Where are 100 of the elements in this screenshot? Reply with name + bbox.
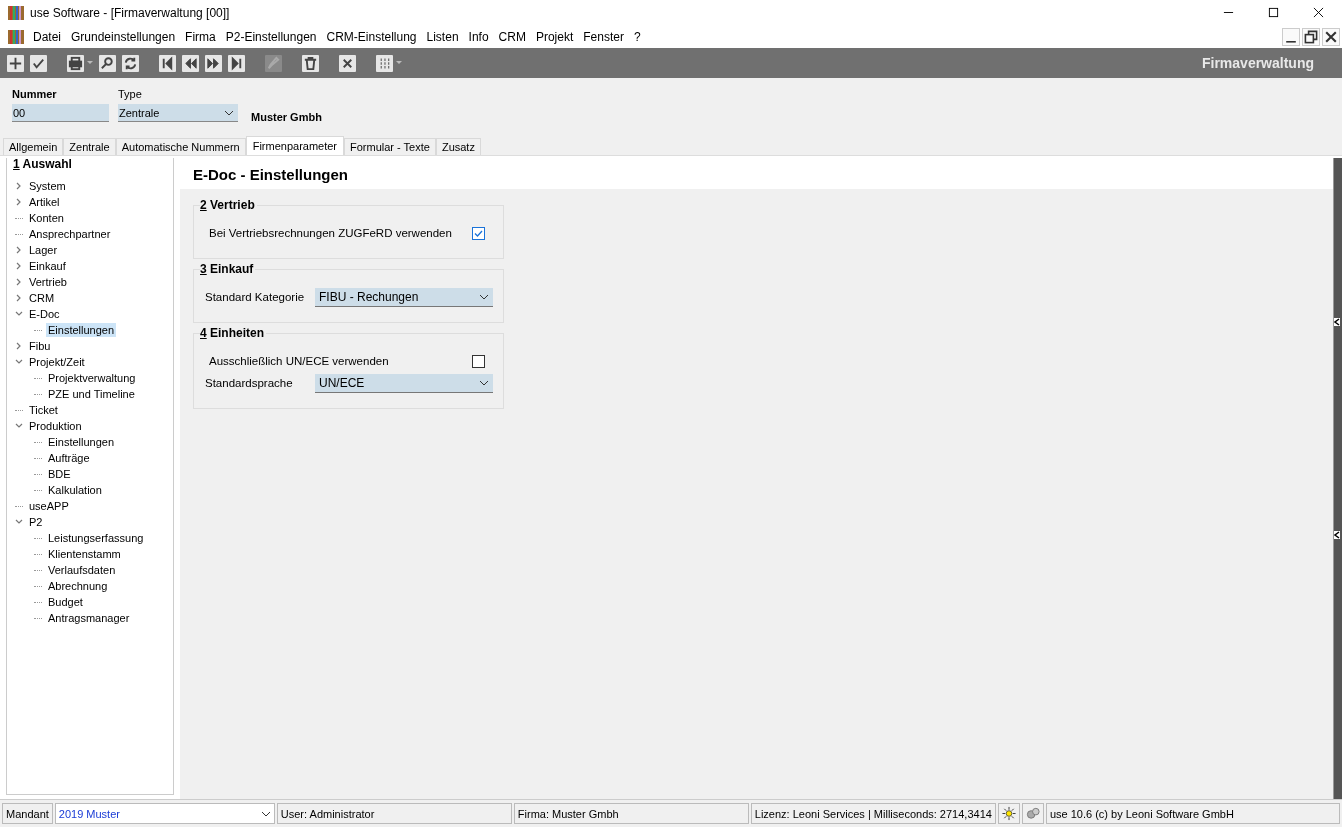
tree-item[interactable]: Vertrieb	[27, 275, 69, 289]
menu-item[interactable]: CRM	[495, 29, 533, 44]
chevron-down-icon[interactable]	[224, 109, 234, 116]
tree-item[interactable]: Kalkulation	[46, 483, 104, 497]
tree-item[interactable]: Lager	[27, 243, 60, 257]
menu-item[interactable]: Listen	[423, 29, 466, 44]
search-icon[interactable]	[99, 54, 116, 72]
field-label: Standardsprache	[205, 377, 293, 389]
type-dropdown[interactable]: Zentrale	[118, 104, 238, 122]
menu-item[interactable]: Projekt	[532, 29, 581, 44]
group-title: 1 Auswahl	[11, 157, 74, 171]
group-title: 3 Einkauf	[200, 262, 256, 276]
dropdown[interactable]: UN/ECE	[315, 373, 493, 393]
plus-icon[interactable]	[7, 54, 24, 72]
menu-item[interactable]: Datei	[30, 29, 68, 44]
tab[interactable]: Zentrale	[63, 138, 116, 155]
tree-item[interactable]: Leistungserfassung	[46, 531, 146, 545]
tree-item[interactable]: Ticket	[27, 403, 60, 417]
tree-item[interactable]: useAPP	[27, 499, 71, 513]
tree-item[interactable]: PZE und Timeline	[46, 387, 137, 401]
chevron-right-icon[interactable]	[15, 278, 23, 286]
menu-item[interactable]: Grundeinstellungen	[68, 29, 183, 44]
chevron-right-icon[interactable]	[15, 198, 23, 206]
tree-item[interactable]: P2	[27, 515, 45, 529]
menu-item[interactable]: ?	[630, 29, 648, 44]
tab[interactable]: Automatische Nummern	[115, 138, 246, 155]
tree-item[interactable]: CRM	[27, 291, 57, 305]
dropdown-caret-icon[interactable]	[396, 61, 402, 65]
tab[interactable]: Formular - Texte	[344, 138, 436, 155]
tree-item[interactable]: System	[27, 179, 68, 193]
tree-item[interactable]: Einkauf	[27, 259, 68, 273]
tree-item[interactable]: Produktion	[27, 419, 84, 433]
restore-icon[interactable]	[1302, 27, 1320, 46]
menu-item[interactable]: Fenster	[580, 29, 631, 44]
tree-item[interactable]: Budget	[46, 595, 85, 609]
last-icon[interactable]	[228, 54, 245, 72]
checkbox[interactable]	[472, 226, 485, 240]
check-icon[interactable]	[30, 54, 47, 72]
dropdown-caret-icon[interactable]	[87, 61, 93, 65]
number-field[interactable]: 00	[12, 104, 109, 122]
cancel-icon[interactable]	[339, 54, 356, 72]
maximize-icon[interactable]	[1268, 7, 1279, 18]
print-icon[interactable]	[67, 54, 84, 72]
tree-item[interactable]: Konten	[27, 211, 66, 225]
tree-item[interactable]: Einstellungen	[46, 323, 117, 337]
chevron-down-icon[interactable]	[479, 379, 489, 386]
tree-item[interactable]: BDE	[46, 467, 73, 481]
chevron-right-icon[interactable]	[15, 294, 23, 302]
app-logo-icon	[8, 4, 24, 21]
tree-item[interactable]: Klientenstamm	[46, 547, 123, 561]
tree-item[interactable]: Projektverwaltung	[46, 371, 138, 385]
group-title: 4 Einheiten	[200, 326, 267, 340]
delete-icon[interactable]	[302, 54, 319, 72]
app-logo-icon	[8, 28, 24, 45]
tree-item[interactable]: Projekt/Zeit	[27, 355, 87, 369]
chevron-right-icon[interactable]	[15, 342, 23, 350]
tree-item[interactable]: Ansprechpartner	[27, 227, 113, 241]
mandant-dropdown[interactable]: 2019 Muster	[54, 803, 275, 824]
sun-icon[interactable]	[997, 803, 1020, 824]
tab[interactable]: Allgemein	[3, 138, 64, 155]
tree-item[interactable]: Aufträge	[46, 451, 92, 465]
checkbox[interactable]	[472, 354, 485, 368]
tree-item[interactable]: Einstellungen	[46, 435, 117, 449]
menu-item[interactable]: P2-Einstellungen	[222, 29, 324, 44]
menu-item[interactable]: CRM-Einstellung	[323, 29, 424, 44]
chevron-right-icon[interactable]	[15, 246, 23, 254]
field-label: Type	[118, 88, 143, 100]
dropdown[interactable]: FIBU - Rechungen	[315, 287, 493, 307]
first-icon[interactable]	[159, 54, 176, 72]
tab[interactable]: Firmenparameter	[245, 136, 345, 155]
status-label: Mandant	[2, 803, 53, 824]
chevron-right-icon[interactable]	[15, 182, 23, 190]
minimize-icon[interactable]	[1282, 27, 1300, 46]
chevron-down-icon[interactable]	[479, 293, 489, 300]
field-label: Standard Kategorie	[205, 291, 305, 303]
module-title: Firmaverwaltung	[1201, 55, 1314, 71]
status-text: User: Administrator	[276, 803, 512, 824]
menu-item[interactable]: Info	[465, 29, 496, 44]
chevron-down-icon[interactable]	[260, 810, 271, 817]
tree-item[interactable]: Fibu	[27, 339, 53, 353]
field-label: Nummer	[12, 88, 58, 100]
window-title: use Software - [Firmaverwaltung [00]]	[30, 5, 230, 20]
prev-icon[interactable]	[182, 54, 199, 72]
splitter-handle[interactable]	[1333, 158, 1342, 799]
company-name: Muster Gmbh	[251, 111, 322, 123]
grid-icon[interactable]	[376, 54, 393, 72]
checkbox-label: Bei Vertriebsrechnungen ZUGFeRD verwenden	[209, 227, 452, 239]
status-text: Lizenz: Leoni Services | Milliseconds: 2714,3414	[750, 803, 996, 824]
tab[interactable]: Zusatz	[435, 138, 481, 155]
next-icon[interactable]	[205, 54, 222, 72]
tree-item[interactable]: Abrechnung	[46, 579, 110, 593]
close-icon[interactable]	[1313, 7, 1324, 18]
chevron-right-icon[interactable]	[15, 262, 23, 270]
tree-item[interactable]: Artikel	[27, 195, 62, 209]
tree-item[interactable]: Antragsmanager	[46, 611, 132, 625]
refresh-icon[interactable]	[122, 54, 139, 72]
status-text: Firma: Muster Gmbh	[513, 803, 749, 824]
tree-item[interactable]: Verlaufsdaten	[46, 563, 118, 577]
menu-item[interactable]: Firma	[182, 29, 223, 44]
tree-item[interactable]: E-Doc	[27, 307, 62, 321]
